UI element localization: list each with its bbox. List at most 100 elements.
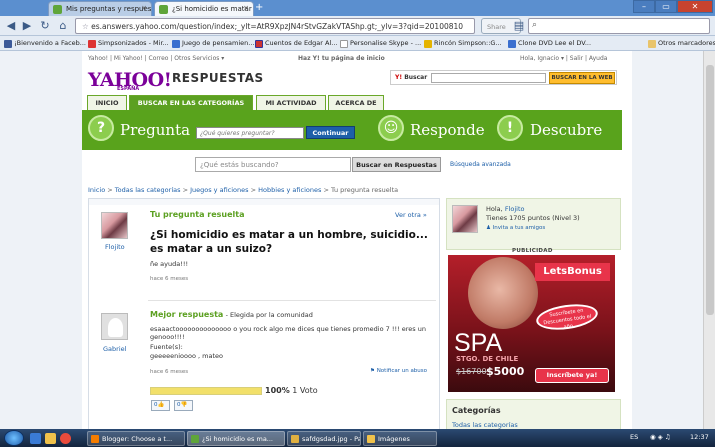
- bookmark-juego[interactable]: Juego de pensamien...: [172, 39, 254, 48]
- thumbs-down-button[interactable]: 0👎: [174, 400, 193, 411]
- letsbonus-ad[interactable]: LetsBonus Suscríbete en Descuentos todo …: [448, 255, 615, 392]
- reload-icon[interactable]: ↻: [38, 19, 52, 33]
- web-search-button[interactable]: BUSCAR EN LA WEB: [549, 72, 615, 84]
- question-age: hace 6 meses: [150, 276, 189, 282]
- ask-question-input[interactable]: ¿Qué quieres preguntar?: [196, 127, 304, 139]
- bookmark-simpsonizados[interactable]: Simpsonizados - Mir...: [88, 39, 169, 48]
- advanced-search-link[interactable]: Búsqueda avanzada: [450, 161, 511, 168]
- web-search-input[interactable]: [431, 73, 546, 83]
- yahoo-y-icon: Y!: [395, 74, 403, 81]
- tab-my-questions[interactable]: Mis preguntas y respuest... ×: [48, 1, 152, 16]
- vertical-scrollbar[interactable]: [703, 51, 715, 429]
- breadcrumb-juegos[interactable]: Juegos y aficiones: [190, 186, 248, 194]
- task-blogger[interactable]: Blogger: Choose a t...: [87, 431, 185, 446]
- brand-name: RESPUESTAS: [172, 71, 264, 85]
- logo-region: ESPAÑA: [117, 86, 140, 92]
- star-icon[interactable]: ☆: [82, 22, 91, 31]
- tab-buscar-categorias[interactable]: BUSCAR EN LAS CATEGORÍAS: [129, 95, 253, 110]
- answerer-name[interactable]: Gabriel: [103, 345, 126, 353]
- close-window-icon[interactable]: ✕: [677, 0, 713, 13]
- maximize-icon[interactable]: ▭: [655, 0, 677, 13]
- yahoo-favicon-icon: [53, 5, 62, 14]
- tab-mi-actividad[interactable]: MI ACTIVIDAD: [256, 95, 326, 110]
- flag-icon: ⚑: [370, 368, 377, 374]
- breadcrumb-hobbies[interactable]: Hobbies y aficiones: [258, 186, 321, 194]
- sources-label: Fuente(s):: [150, 343, 183, 351]
- categories-title: Categorías: [452, 406, 501, 415]
- answerer-avatar[interactable]: [101, 313, 128, 340]
- ad-photo: [468, 257, 538, 329]
- bookmark-skype[interactable]: Personalise Skype - ...: [340, 39, 421, 48]
- user-plus-icon: ♟: [486, 225, 493, 231]
- facebook-icon: [4, 40, 12, 48]
- start-button[interactable]: [4, 430, 24, 446]
- tab-acerca-de[interactable]: ACERCA DE: [328, 95, 384, 110]
- vote-bar: [150, 387, 262, 395]
- thumbs-up-button[interactable]: 0👍: [151, 400, 170, 411]
- breadcrumb-categorias[interactable]: Todas las categorías: [115, 186, 181, 194]
- home-icon[interactable]: ⌂: [56, 19, 70, 33]
- chrome-icon: [191, 435, 199, 443]
- continue-button[interactable]: Continuar: [306, 126, 355, 139]
- report-abuse-link[interactable]: ⚑ Notificar un abuso: [370, 368, 427, 374]
- web-search-box: Y! Buscar BUSCAR EN LA WEB: [390, 70, 617, 85]
- descubre-link[interactable]: Descubre: [530, 121, 602, 139]
- task-imagenes[interactable]: Imágenes: [363, 431, 437, 446]
- bookmark-clonedvd[interactable]: Clone DVD Lee el DV...: [508, 39, 591, 48]
- task-paint[interactable]: safdgsdad.jpg - Paint: [287, 431, 361, 446]
- all-categories-link[interactable]: Todas las categorías: [452, 421, 518, 429]
- page-icon: [340, 40, 348, 48]
- chrome-icon[interactable]: [60, 433, 71, 444]
- clock[interactable]: 12:37: [690, 433, 709, 441]
- address-bar[interactable]: ☆ es.answers.yahoo.com/question/index;_y…: [75, 18, 475, 34]
- responde-link[interactable]: Responde: [410, 121, 485, 139]
- new-tab-icon[interactable]: +: [255, 2, 267, 14]
- make-homepage-link[interactable]: Haz Y! tu página de inicio: [298, 55, 385, 62]
- tray-icons: ◉ ◈ ♫: [650, 433, 671, 441]
- minimize-icon[interactable]: –: [633, 0, 655, 13]
- task-yahoo-question[interactable]: ¿Si homicidio es ma...: [187, 431, 285, 446]
- ad-city: STGO. DE CHILE: [456, 355, 519, 363]
- bookmark-rincon[interactable]: Rincón Simpson::G...: [424, 39, 502, 48]
- answer-age: hace 6 meses: [150, 369, 189, 375]
- ad-old-price: $16700: [456, 367, 487, 376]
- tab-current-question[interactable]: ¿Si homicidio es matar a ... ×: [154, 1, 254, 16]
- see-other-link[interactable]: Ver otra »: [395, 211, 427, 219]
- ad-cta-button[interactable]: Inscríbete ya!: [535, 368, 609, 383]
- answers-search-button[interactable]: Buscar en Respuestas: [352, 157, 441, 172]
- scrollbar-thumb[interactable]: [706, 65, 714, 315]
- forward-icon[interactable]: ▶: [20, 19, 34, 33]
- vote-summary: 100% 1 Voto: [265, 386, 318, 395]
- bookmark-cuentos[interactable]: Cuentos de Edgar Al...: [255, 39, 337, 48]
- breadcrumb-inicio[interactable]: Inicio: [88, 186, 105, 194]
- site-icon: [424, 40, 432, 48]
- bookmark-facebook[interactable]: ¡Bienvenido a Faceb...: [4, 39, 86, 48]
- user-links[interactable]: Hola, Ignacio ▾ | Salir | Ayuda: [520, 55, 607, 62]
- answers-search-input[interactable]: ¿Qué estás buscando?: [195, 157, 351, 172]
- close-tab-icon[interactable]: ×: [141, 4, 147, 12]
- user-name-link[interactable]: Flojito: [505, 205, 525, 213]
- smiley-icon: ☺: [378, 115, 404, 141]
- user-avatar[interactable]: [452, 205, 478, 233]
- invite-friends-link[interactable]: ♟ Invita a tus amigos: [486, 225, 545, 231]
- thumbs-down-icon: 👎: [180, 402, 188, 408]
- back-icon[interactable]: ◀: [4, 19, 18, 33]
- language-indicator[interactable]: ES: [630, 433, 638, 441]
- folder-icon: [367, 435, 375, 443]
- toolbar-search-input[interactable]: ⌕: [528, 18, 710, 34]
- other-bookmarks[interactable]: Otros marcadores: [648, 39, 715, 48]
- folder-icon[interactable]: [45, 433, 56, 444]
- user-greeting: Hola, Flojito: [486, 205, 525, 213]
- close-tab-icon[interactable]: ×: [243, 4, 249, 12]
- yahoo-top-links[interactable]: Yahoo! | Mi Yahoo! | Correo | Otros Serv…: [88, 55, 224, 62]
- page-menu-icon[interactable]: ▤: [512, 19, 526, 33]
- asker-avatar[interactable]: [101, 212, 128, 239]
- best-answer-text: esaaactoooooooooooooo o you rock algo me…: [150, 325, 426, 341]
- sources-text: geeeeenioooo , mateo: [150, 352, 223, 360]
- tab-inicio[interactable]: INICIO: [87, 95, 127, 110]
- asker-name[interactable]: Flojito: [105, 243, 125, 251]
- vote-bar-fill: [151, 388, 261, 394]
- advertising-label: PUBLICIDAD: [512, 248, 553, 254]
- best-answer-heading: Mejor respuesta: [150, 310, 224, 319]
- ie-icon[interactable]: [30, 433, 41, 444]
